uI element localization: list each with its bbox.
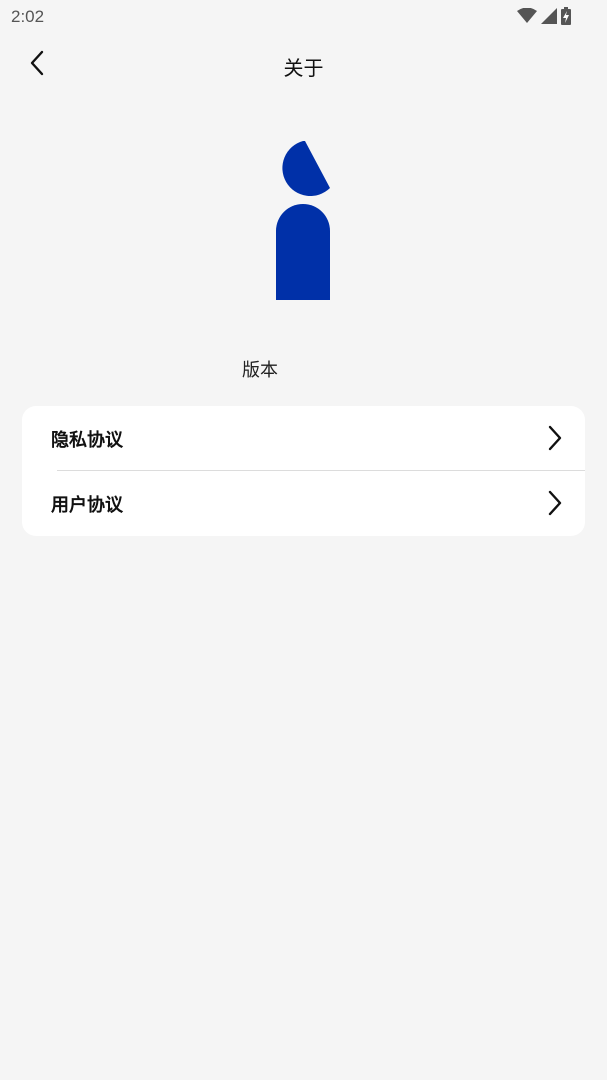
- app-bar: 关于: [0, 40, 607, 90]
- chevron-right-icon: [545, 424, 565, 452]
- version-label: 版本: [242, 360, 278, 381]
- status-bar: 2:02: [0, 0, 607, 34]
- wifi-icon: [517, 8, 537, 24]
- privacy-policy-row[interactable]: 隐私协议: [22, 406, 585, 471]
- page-title: 关于: [283, 56, 324, 80]
- user-agreement-label: 用户协议: [51, 495, 123, 516]
- privacy-policy-label: 隐私协议: [51, 430, 123, 451]
- status-time: 2:02: [11, 7, 45, 26]
- chevron-right-icon: [545, 489, 565, 517]
- cellular-signal-icon: [541, 8, 557, 24]
- user-agreement-row[interactable]: 用户协议: [22, 471, 585, 536]
- battery-charging-icon: [561, 7, 571, 25]
- app-logo-icon: [276, 141, 330, 300]
- status-icons: [517, 7, 571, 25]
- settings-card: 隐私协议 用户协议: [22, 406, 585, 536]
- app-logo: [274, 140, 334, 302]
